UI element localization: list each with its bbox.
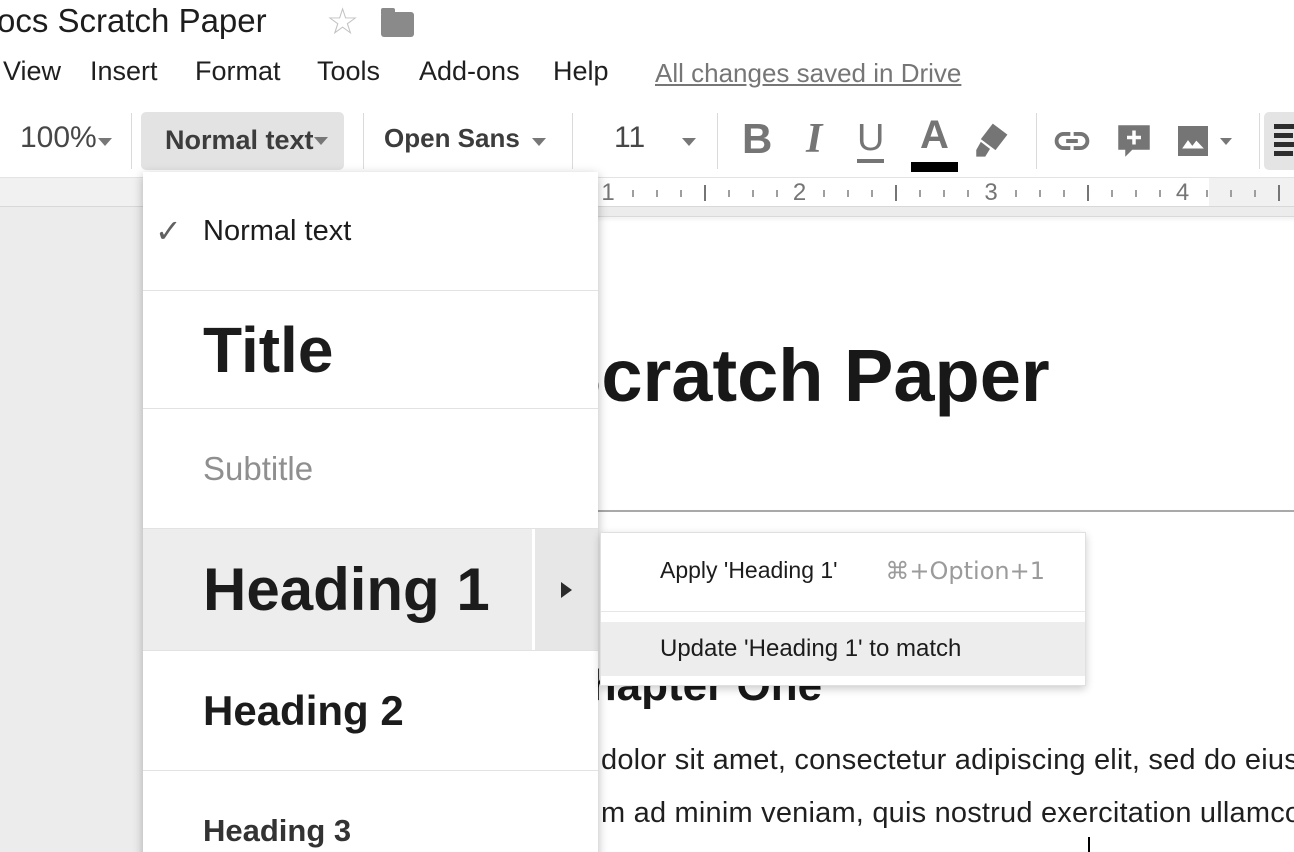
style-option-label: Heading 2 (203, 687, 404, 735)
style-option-heading-2[interactable]: Heading 2 (143, 651, 598, 770)
italic-button[interactable]: I (806, 115, 822, 163)
apply-heading-1-item[interactable]: Apply 'Heading 1' ⌘+Option+1 (601, 533, 1085, 611)
style-option-title[interactable]: Title (143, 291, 598, 408)
ruler-tick (1230, 190, 1232, 197)
menu-divider (601, 611, 1085, 612)
styles-chevron-down-icon (314, 137, 328, 145)
style-option-label: Subtitle (203, 450, 313, 488)
insert-link-icon[interactable] (1050, 121, 1094, 166)
text-color-button[interactable]: A (920, 113, 949, 158)
style-option-label: Normal text (203, 215, 351, 248)
body-text-line[interactable]: m ad minim veniam, quis nostrud exercita… (601, 797, 1294, 830)
add-comment-icon[interactable] (1113, 119, 1155, 168)
ruler-tick (871, 190, 873, 197)
heading-1-submenu: Apply 'Heading 1' ⌘+Option+1 Update 'Hea… (600, 532, 1086, 686)
ruler-tick (776, 190, 778, 197)
toolbar-separator (363, 113, 364, 169)
ruler-tick (1111, 190, 1113, 197)
styles-select[interactable]: Normal text (141, 112, 344, 170)
ruler-tick (895, 185, 897, 201)
menu-bar: View Insert Format Tools Add-ons Help (0, 56, 1294, 92)
toolbar-separator (717, 113, 718, 169)
update-heading-1-item[interactable]: Update 'Heading 1' to match (601, 622, 1085, 676)
ruler-number: 4 (1176, 179, 1189, 207)
document-title-field[interactable]: ocs Scratch Paper (0, 2, 267, 40)
styles-select-value: Normal text (165, 125, 314, 156)
style-option-label: Heading 3 (203, 813, 351, 849)
style-option-heading-3[interactable]: Heading 3 (143, 771, 598, 852)
menu-help[interactable]: Help (553, 56, 609, 87)
ruler-tick (919, 190, 921, 197)
style-option-normal-text[interactable]: ✓ Normal text (143, 172, 598, 290)
ruler-tick (1015, 190, 1017, 197)
toolbar-separator (131, 113, 132, 169)
text-color-swatch (911, 162, 958, 172)
font-chevron-down-icon[interactable] (532, 138, 546, 146)
ruler-tick (847, 190, 849, 197)
ruler-tick (1087, 185, 1089, 201)
toolbar: 100% Normal text Open Sans 11 B I U A (0, 105, 1294, 178)
ruler-tick (1254, 190, 1256, 197)
zoom-select[interactable]: 100% (20, 121, 97, 155)
menu-view[interactable]: View (3, 56, 61, 87)
ruler-tick (728, 190, 730, 197)
ruler-tick (1206, 190, 1208, 197)
align-left-button[interactable] (1264, 112, 1294, 170)
ruler-tick (943, 190, 945, 197)
ruler-tick (1063, 190, 1065, 197)
save-status-link[interactable]: All changes saved in Drive (655, 58, 961, 89)
font-size-select[interactable]: 11 (614, 121, 645, 155)
apply-heading-1-label: Apply 'Heading 1' (660, 557, 838, 584)
menu-addons[interactable]: Add-ons (419, 56, 520, 87)
ruler-tick (680, 190, 682, 197)
zoom-chevron-down-icon[interactable] (98, 138, 112, 146)
style-option-label: Title (203, 313, 333, 387)
star-icon[interactable]: ☆ (326, 0, 359, 44)
style-option-subtitle[interactable]: Subtitle (143, 409, 598, 528)
style-option-label: Heading 1 (203, 555, 490, 624)
ruler-number: 2 (793, 179, 806, 207)
ruler-tick (823, 190, 825, 197)
ruler-tick (1039, 190, 1041, 197)
ruler-tick (1135, 190, 1137, 197)
menu-tools[interactable]: Tools (317, 56, 380, 87)
styles-dropdown-menu: ✓ Normal text Title Subtitle Heading 1 H… (143, 172, 598, 852)
ruler-tick (704, 185, 706, 201)
underline-button[interactable]: U (857, 119, 884, 163)
menu-insert[interactable]: Insert (90, 56, 158, 87)
toolbar-separator (1259, 113, 1260, 169)
font-select[interactable]: Open Sans (384, 123, 520, 154)
ruler-tick (632, 190, 634, 197)
paint-format-icon[interactable] (968, 119, 1012, 168)
ruler-number: 3 (984, 179, 997, 207)
apply-heading-1-shortcut: ⌘+Option+1 (885, 557, 1045, 585)
check-icon: ✓ (155, 212, 182, 250)
text-cursor (1088, 837, 1090, 852)
ruler-number: 1 (601, 179, 614, 207)
google-docs-window: ocs Scratch Paper ☆ View Insert Format T… (0, 0, 1294, 852)
header: ocs Scratch Paper ☆ View Insert Format T… (0, 0, 1294, 105)
ruler-tick (967, 190, 969, 197)
doc-heading-title[interactable]: Scratch Paper (552, 335, 1050, 416)
ruler-tick (1159, 190, 1161, 197)
font-size-chevron-down-icon[interactable] (682, 138, 696, 146)
menu-format[interactable]: Format (195, 56, 281, 87)
image-chevron-down-icon[interactable] (1220, 138, 1232, 145)
ruler-tick (1278, 185, 1280, 201)
submenu-arrow-icon (561, 582, 572, 598)
folder-icon[interactable] (381, 12, 414, 37)
bold-button[interactable]: B (742, 115, 772, 163)
body-text-line[interactable]: dolor sit amet, consectetur adipiscing e… (601, 744, 1294, 777)
insert-image-icon[interactable] (1172, 121, 1214, 166)
ruler-tick (752, 190, 754, 197)
toolbar-separator (572, 113, 573, 169)
update-heading-1-label: Update 'Heading 1' to match (660, 635, 961, 663)
toolbar-separator (1036, 113, 1037, 169)
style-option-heading-1[interactable]: Heading 1 (143, 529, 598, 650)
heading-1-submenu-button[interactable] (532, 529, 598, 650)
ruler-tick (656, 190, 658, 197)
